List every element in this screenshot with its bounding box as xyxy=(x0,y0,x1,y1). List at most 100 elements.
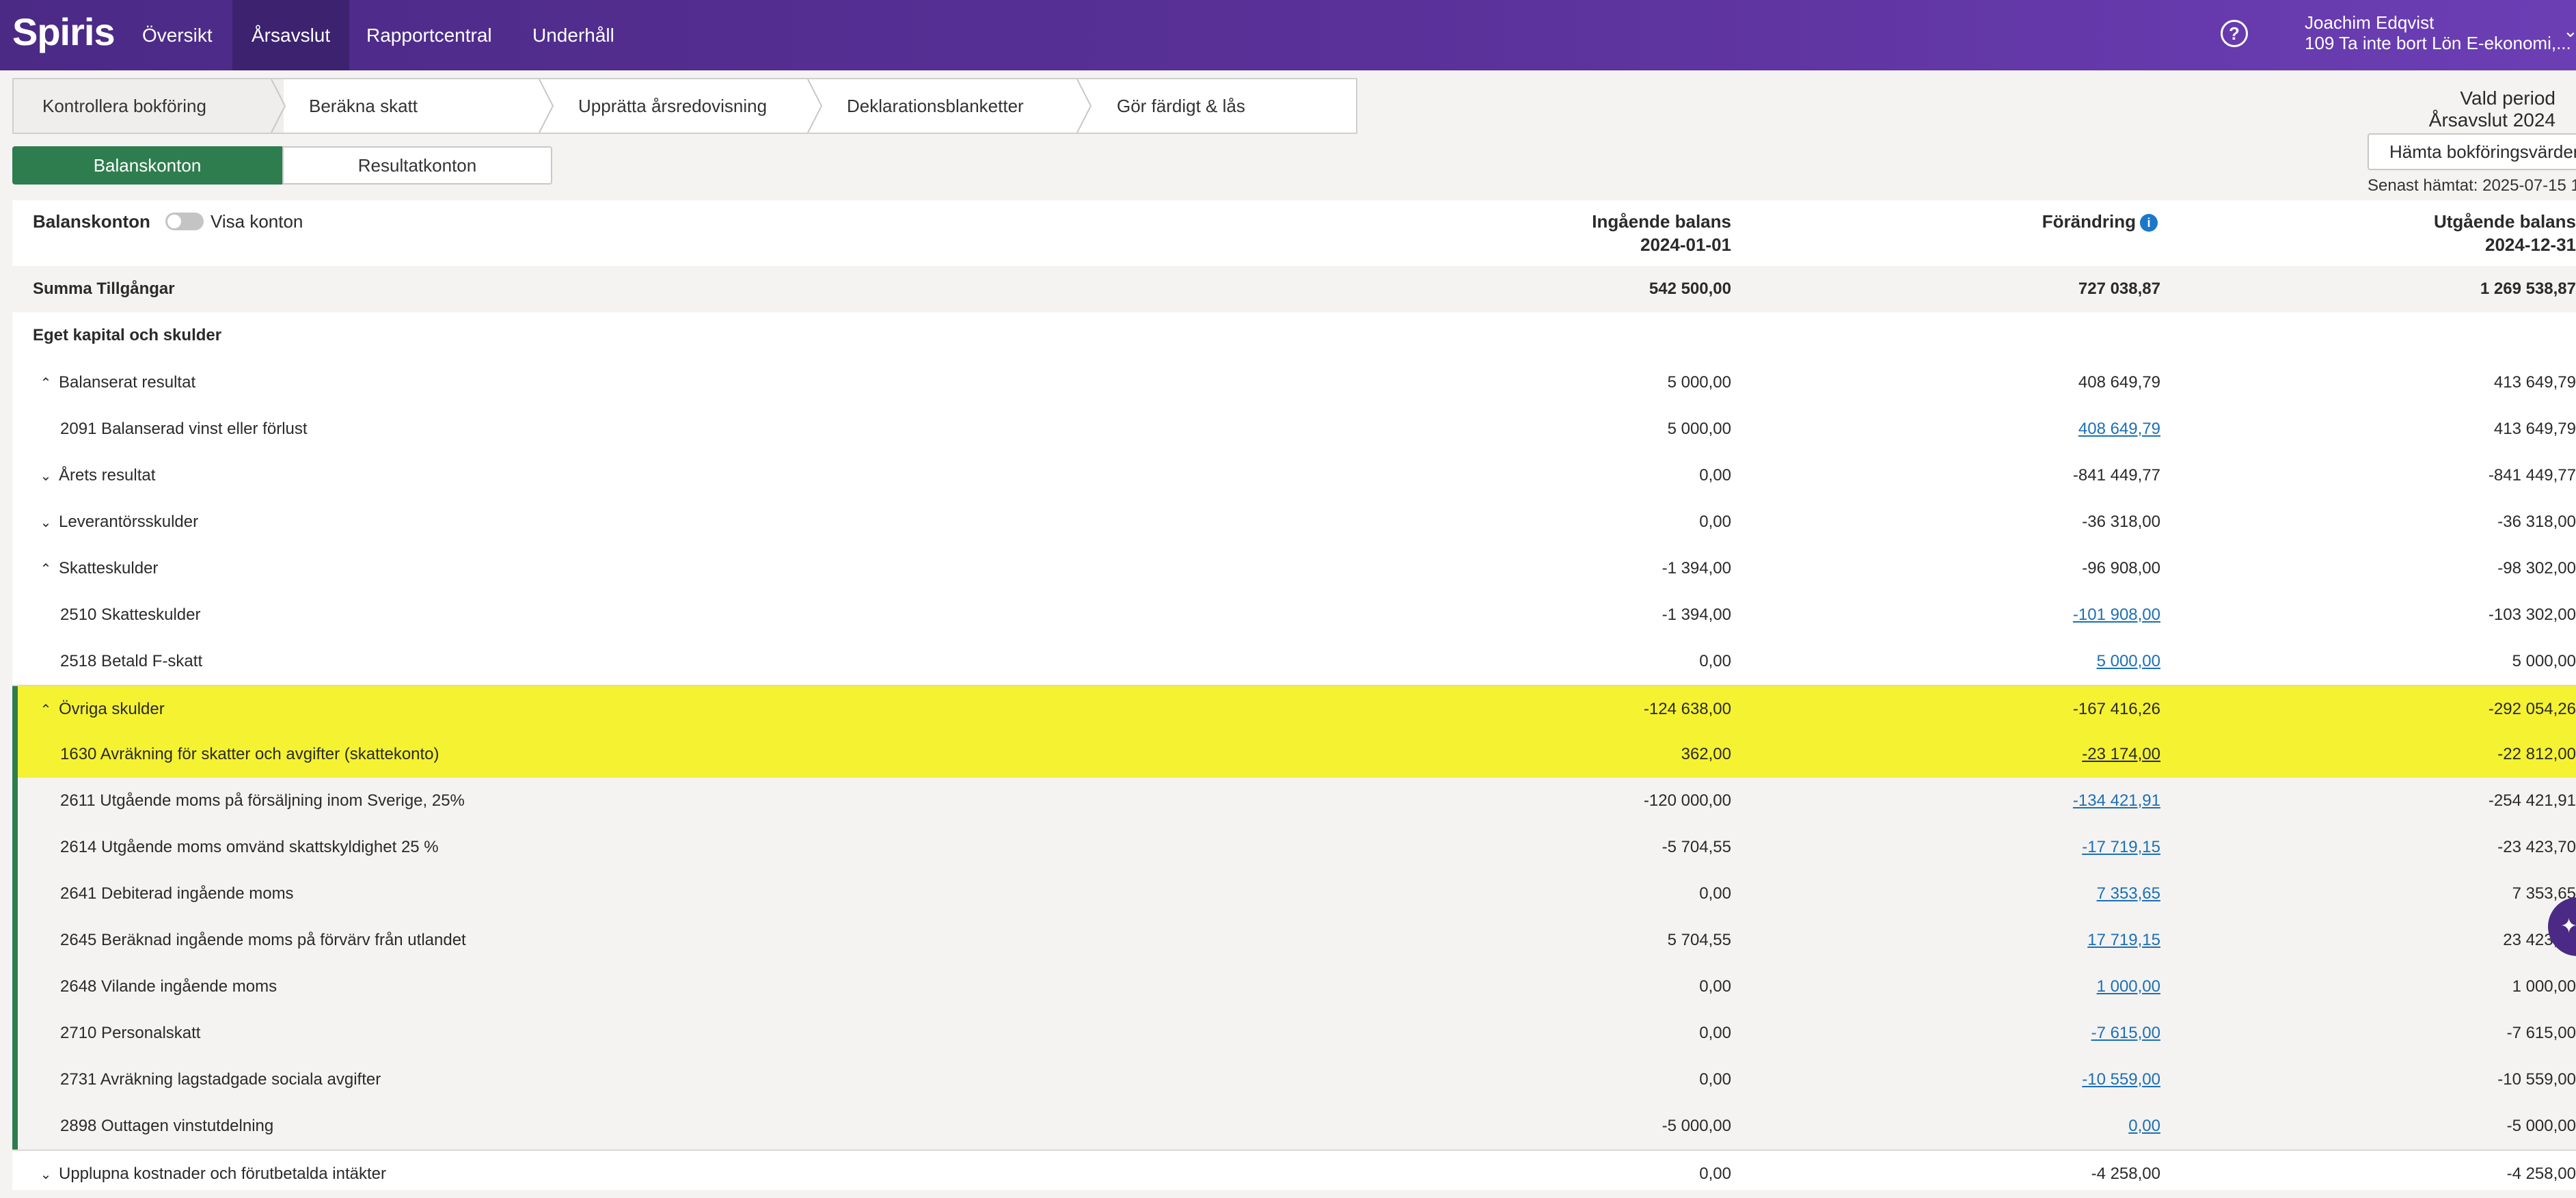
table-row-group[interactable]: ⌃ Skatteskulder -1 394,00 -96 908,00 -98 … xyxy=(12,545,2576,592)
show-accounts-label: Visa konton xyxy=(211,211,303,232)
col-change-header: Förändring i xyxy=(2042,211,2158,232)
step-berakna-skatt[interactable]: Beräkna skatt xyxy=(309,79,418,133)
row-change-link[interactable]: 0,00 xyxy=(2128,1103,2160,1149)
row-opening: 5 704,55 xyxy=(1667,931,1731,949)
table-row-group[interactable]: ⌄ Upplupna kostnader och förutbetalda int… xyxy=(12,1149,2576,1197)
row-label: 2614 Utgående moms omvänd skattskyldighe… xyxy=(60,838,439,856)
tab-resultatkonton[interactable]: Resultatkonton xyxy=(282,146,552,185)
row-label: 2710 Personalskatt xyxy=(60,1024,201,1042)
step-label: Beräkna skatt xyxy=(309,96,418,116)
table-row-group-selected[interactable]: ⌃ Övriga skulder -124 638,00 -167 416,26 … xyxy=(12,685,2576,733)
chevron-down-icon[interactable]: ⌄ xyxy=(37,453,55,500)
table-row-account: 2611 Utgående moms på försäljning inom S… xyxy=(12,778,2576,824)
row-change-link[interactable]: 7 353,65 xyxy=(2097,871,2160,917)
table-row-group[interactable]: ⌄ Leverantörsskulder 0,00 -36 318,00 -36 … xyxy=(12,499,2576,545)
step-label: Kontrollera bokföring xyxy=(42,96,206,116)
chevron-up-icon[interactable]: ⌃ xyxy=(37,687,55,733)
row-label: 2641 Debiterad ingående moms xyxy=(60,884,294,903)
help-icon[interactable]: ? xyxy=(2221,20,2248,47)
row-change-link[interactable]: 5 000,00 xyxy=(2097,638,2160,685)
row-change: 408 649,79 xyxy=(2078,373,2160,392)
step-label: Upprätta årsredovisning xyxy=(578,96,768,116)
row-change-link[interactable]: -17 719,15 xyxy=(2082,824,2160,871)
row-change-link[interactable]: -7 615,00 xyxy=(2091,1010,2160,1057)
col-opening-date: 2024-01-01 xyxy=(1640,234,1731,255)
user-company[interactable]: 109 Ta inte bort Lön E-ekonomi,... xyxy=(2305,33,2571,54)
row-label: 2648 Vilande ingående moms xyxy=(60,977,277,996)
row-label-wrap: ⌃ Skatteskulder xyxy=(37,545,159,593)
table-header: Balanskonton Visa konton Ingående balans… xyxy=(12,200,2576,267)
spiris-logo[interactable]: Spiris xyxy=(12,10,116,54)
nav-rapportcentral[interactable]: Rapportcentral xyxy=(347,0,511,70)
table-row-account: 2648 Vilande ingående moms 0,00 1 000,00… xyxy=(12,964,2576,1010)
chevron-up-icon[interactable]: ⌃ xyxy=(37,546,55,593)
step-kontrollera-bokforing[interactable]: Kontrollera bokföring xyxy=(14,79,284,133)
chevron-down-icon[interactable]: ⌄ xyxy=(2563,21,2576,42)
row-label: 2645 Beräknad ingående moms på förvärv f… xyxy=(60,931,466,949)
last-fetched-text: Senast hämtat: 2025-07-15 10 xyxy=(2368,176,2576,195)
row-opening: 0,00 xyxy=(1699,652,1731,670)
row-label: 1630 Avräkning för skatter och avgifter … xyxy=(60,745,439,763)
nav-underhall[interactable]: Underhåll xyxy=(513,0,634,70)
top-navigation-bar: Spiris Översikt Årsavslut Rapportcentral… xyxy=(0,0,2576,70)
row-opening: -1 394,00 xyxy=(1662,559,1731,577)
step-label: Gör färdigt & lås xyxy=(1117,96,1245,116)
row-label: Balanserat resultat xyxy=(59,373,196,392)
row-closing: -103 302,00 xyxy=(2488,605,2576,624)
row-closing: -7 615,00 xyxy=(2506,1024,2576,1042)
step-gor-fardigt[interactable]: Gör färdigt & lås xyxy=(1117,79,1245,133)
fetch-values-button[interactable]: Hämta bokföringsvärden xyxy=(2368,133,2576,170)
row-label: Övriga skulder xyxy=(59,700,165,718)
row-opening: -120 000,00 xyxy=(1643,791,1731,810)
row-label: 2898 Outtagen vinstutdelning xyxy=(60,1117,274,1135)
tab-balanskonton[interactable]: Balanskonton xyxy=(12,146,282,185)
row-opening: -5 704,55 xyxy=(1662,838,1731,856)
balance-table: Balanskonton Visa konton Ingående balans… xyxy=(12,200,2576,1190)
col-change-title: Förändring xyxy=(2042,211,2136,232)
row-label: Årets resultat xyxy=(59,466,156,485)
table-row-account: 2731 Avräkning lagstadgade sociala avgif… xyxy=(12,1057,2576,1103)
row-change-link[interactable]: -10 559,00 xyxy=(2082,1057,2160,1103)
user-name[interactable]: Joachim Edqvist xyxy=(2305,12,2434,33)
row-closing: 5 000,00 xyxy=(2512,652,2576,670)
row-change-link[interactable]: 408 649,79 xyxy=(2078,406,2160,452)
row-label: 2731 Avräkning lagstadgade sociala avgif… xyxy=(60,1070,381,1089)
row-closing: -22 812,00 xyxy=(2497,745,2576,763)
row-label: 2518 Betald F-skatt xyxy=(60,652,203,670)
year-end-stepper: Kontrollera bokföring Beräkna skatt Uppr… xyxy=(12,78,1357,134)
row-opening: 0,00 xyxy=(1699,466,1731,485)
row-change-link[interactable]: 17 719,15 xyxy=(2087,917,2160,964)
row-closing: -10 559,00 xyxy=(2497,1070,2576,1089)
show-accounts-toggle[interactable] xyxy=(165,213,204,230)
nav-arsavslut[interactable]: Årsavslut xyxy=(232,0,350,70)
row-opening: 0,00 xyxy=(1699,1165,1731,1183)
step-uppratta-arsredovisning[interactable]: Upprätta årsredovisning xyxy=(578,79,767,133)
step-arrow xyxy=(1076,79,1092,133)
table-row-group[interactable]: ⌄ Årets resultat 0,00 -841 449,77 -841 44… xyxy=(12,452,2576,499)
row-change-link[interactable]: -101 908,00 xyxy=(2073,592,2160,638)
row-closing: 1 269 538,87 xyxy=(2480,280,2576,298)
row-closing: -36 318,00 xyxy=(2497,513,2576,531)
table-row-account: 2898 Outtagen vinstutdelning -5 000,00 0… xyxy=(12,1103,2576,1149)
chevron-down-icon[interactable]: ⌄ xyxy=(37,500,55,546)
nav-oversikt[interactable]: Översikt xyxy=(123,0,232,70)
row-opening: 5 000,00 xyxy=(1667,373,1731,392)
chevron-down-icon[interactable]: ⌄ xyxy=(37,1152,55,1198)
row-change-link[interactable]: -23 174,00 xyxy=(2082,731,2160,778)
row-closing: -292 054,26 xyxy=(2488,700,2576,718)
row-closing: -5 000,00 xyxy=(2506,1117,2576,1135)
row-opening: -1 394,00 xyxy=(1662,605,1731,624)
info-icon[interactable]: i xyxy=(2140,214,2158,232)
row-label-wrap: ⌃ Övriga skulder xyxy=(37,686,165,733)
step-deklarationsblanketter[interactable]: Deklarationsblanketter xyxy=(847,79,1024,133)
table-row-account: 2091 Balanserad vinst eller förlust 5 00… xyxy=(12,406,2576,452)
chevron-up-icon[interactable]: ⌃ xyxy=(37,360,55,407)
row-label-wrap: ⌄ Upplupna kostnader och förutbetalda int… xyxy=(37,1151,386,1198)
row-label: Summa Tillgångar xyxy=(33,280,175,298)
row-label-wrap: ⌄ Årets resultat xyxy=(37,452,156,500)
row-change-link[interactable]: 1 000,00 xyxy=(2097,964,2160,1010)
step-arrow xyxy=(807,79,823,133)
table-row-group[interactable]: ⌃ Balanserat resultat 5 000,00 408 649,79… xyxy=(12,359,2576,406)
row-closing: -98 302,00 xyxy=(2497,559,2576,577)
row-change-link[interactable]: -134 421,91 xyxy=(2073,778,2160,824)
